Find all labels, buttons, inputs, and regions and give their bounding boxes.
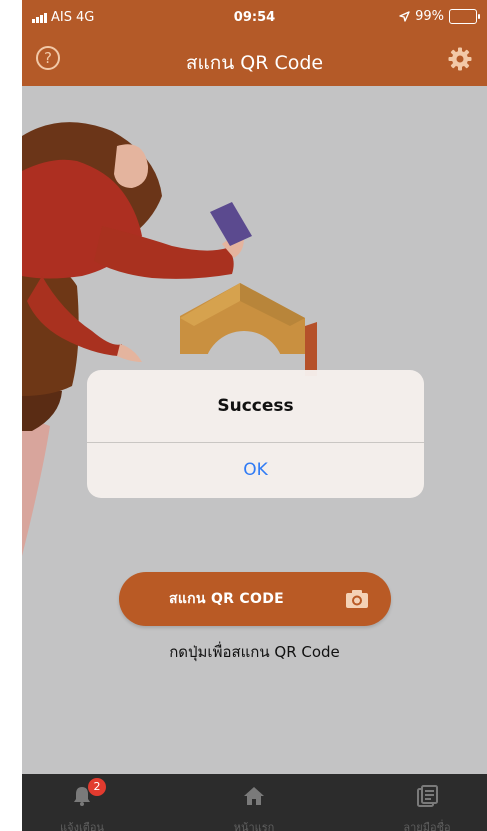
- success-alert: Success OK: [87, 370, 424, 498]
- camera-icon: [346, 590, 368, 608]
- location-arrow-icon: [399, 11, 410, 22]
- tab-signature-label: ลายมือชื่อ: [403, 821, 451, 831]
- scan-screen-content: Success OK สแกน QR CODE กดปุ่มเพื่อสแกน …: [22, 86, 487, 774]
- scan-qr-button-label: สแกน QR CODE: [168, 591, 284, 607]
- app-header: ? สแกน QR Code: [22, 34, 487, 86]
- bottom-tab-bar: 2 แจ้งเตือน หน้าแรก ลายมือชื่อ: [22, 774, 487, 831]
- battery-icon: [449, 9, 480, 24]
- notification-badge: 2: [88, 778, 106, 796]
- scan-hint-text: กดปุ่มเพื่อสแกน QR Code: [169, 643, 340, 661]
- page-title: สแกน QR Code: [185, 52, 324, 74]
- alert-ok-button[interactable]: OK: [87, 443, 424, 498]
- status-right: 99%: [399, 9, 480, 24]
- tab-notifications-label: แจ้งเตือน: [60, 821, 104, 831]
- alert-title: Success: [217, 396, 294, 416]
- status-bar: AIS 4G 09:54 99%: [22, 0, 487, 34]
- tab-notifications[interactable]: 2 แจ้งเตือน: [22, 774, 142, 831]
- battery-percent: 99%: [415, 9, 444, 24]
- home-icon: [244, 787, 264, 805]
- scan-qr-button[interactable]: สแกน QR CODE: [119, 572, 391, 626]
- gear-icon[interactable]: [447, 46, 473, 72]
- app-screen: AIS 4G 09:54 99% ? สแกน QR Code Success …: [22, 0, 487, 831]
- tab-signature[interactable]: ลายมือชื่อ: [367, 774, 487, 831]
- tab-home-label: หน้าแรก: [233, 821, 275, 831]
- tab-home[interactable]: หน้าแรก: [194, 774, 314, 831]
- document-list-icon: [417, 785, 438, 807]
